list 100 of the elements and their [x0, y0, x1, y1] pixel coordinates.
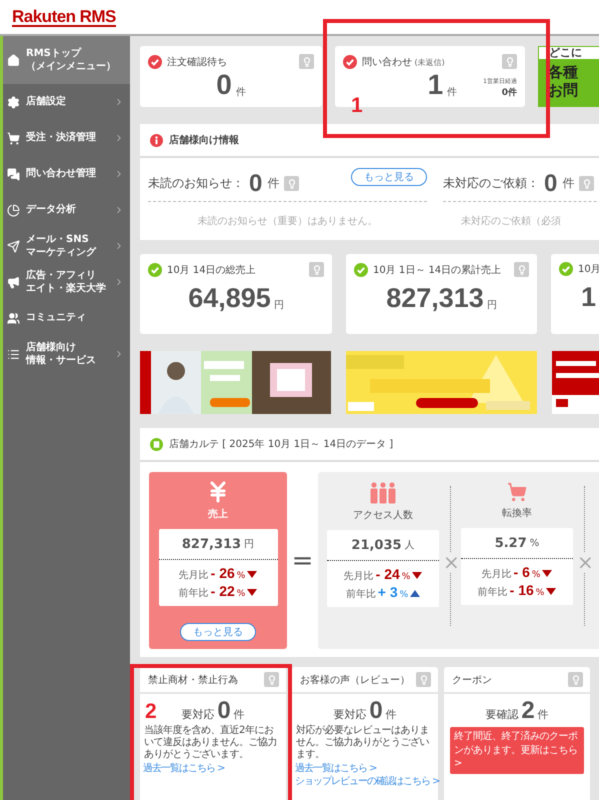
multiply-sign: ×: [443, 552, 457, 572]
metric-value: 827,313: [182, 536, 242, 552]
history-link[interactable]: 過去一覧はこちら >: [295, 762, 377, 775]
panel-title: 店舗カルテ [ 2025年 10月 1日～ 14日のデータ ]: [169, 438, 394, 451]
sidebar-label: 受注・決済管理: [26, 131, 96, 145]
unit-label: 件: [538, 707, 549, 722]
count-value: 0: [544, 172, 558, 196]
sales-card[interactable]: 10月 1: [551, 254, 599, 334]
sales-value: 64,895: [188, 285, 271, 312]
history-link[interactable]: ショップレビューの確認はこちら >: [295, 774, 440, 788]
unit-label: 件: [267, 175, 280, 192]
metric-value: 21,035: [351, 538, 402, 552]
help-icon[interactable]: [514, 262, 529, 277]
comparison-label: 先月比: [344, 570, 374, 583]
promo-heading: どこに: [538, 46, 599, 60]
card-title: 注文確認待ち: [167, 56, 227, 68]
count-value: 2: [521, 699, 535, 723]
count-value: 0: [369, 699, 383, 723]
status-message: 対応が必要なレビューはありません。ご協力ありがとうございます。: [296, 725, 430, 762]
info-icon: [150, 134, 163, 146]
metric-label: 売上: [208, 508, 228, 521]
home-icon: [7, 54, 20, 66]
check-icon: [148, 54, 162, 68]
sales-card[interactable]: 10月 1日～ 14日の累計売上 827,313 円: [346, 254, 537, 334]
unit-label: 件: [234, 707, 245, 722]
send-icon: [7, 240, 20, 252]
sidebar-label: 店舗様向け: [26, 340, 76, 354]
sidebar-label: 問い合わせ管理: [26, 167, 96, 181]
check-icon: [559, 262, 573, 276]
sidebar-label: RMSトップ: [26, 46, 81, 60]
card-title: 10月 1日～ 14日の累計売上: [373, 264, 502, 276]
cart-icon: [507, 482, 527, 502]
unit-label: %: [400, 590, 408, 600]
comparison-value: - 16: [510, 582, 534, 598]
card-title: 問い合わせ (未返信): [362, 56, 445, 68]
sidebar-item[interactable]: 受注・決済管理: [3, 120, 130, 156]
comparison-label: 前年比: [178, 586, 209, 600]
count-value: 0: [216, 71, 232, 99]
help-icon[interactable]: [416, 672, 431, 687]
card-title: クーポン: [452, 674, 492, 686]
status-label: 要対応: [333, 707, 366, 722]
summary-card[interactable]: 注文確認待ち 0 件: [140, 46, 322, 107]
multiply-sign: ×: [577, 552, 591, 572]
sidebar-item[interactable]: コミュニティ: [3, 300, 130, 336]
sidebar-item[interactable]: 広告・アフィリ エイト・楽天大学: [3, 264, 130, 300]
users-icon: [7, 312, 20, 324]
more-button[interactable]: もっと見る: [180, 623, 256, 641]
history-link[interactable]: 過去一覧はこちら >: [143, 762, 225, 775]
unit-label: %: [532, 570, 540, 580]
sidebar-item[interactable]: 店舗設定: [3, 84, 130, 120]
help-icon[interactable]: [309, 262, 324, 277]
sales-card[interactable]: 10月 14日の総売上 64,895 円: [140, 254, 332, 334]
comparison-label: 前年比: [346, 588, 376, 601]
help-icon[interactable]: [299, 54, 314, 69]
unit-label: %: [402, 572, 410, 582]
help-icon[interactable]: [568, 672, 583, 687]
status-label: 要確認: [485, 707, 518, 722]
sidebar-item[interactable]: 問い合わせ管理: [3, 156, 130, 192]
coupon-alert[interactable]: 終了間近、終了済みのクーポンがあります。更新はこちら >: [450, 727, 584, 774]
sidebar-item[interactable]: 店舗様向け 情報・サービス: [3, 336, 130, 372]
sidebar-label: データ分析: [26, 203, 76, 217]
sidebar-item[interactable]: RMSトップ （メインメニュー）: [3, 36, 130, 84]
sidebar-item[interactable]: データ分析: [3, 192, 130, 228]
status-message: 当該年度を含め、直近2年において違反はありません。ご協力ありがとうございます。: [144, 725, 278, 762]
notice-message: 未対応のご依頼（必須: [460, 214, 562, 229]
more-button[interactable]: もっと見る: [351, 168, 427, 186]
sidebar-label: 情報・サービス: [26, 354, 96, 368]
cart-icon: [7, 132, 20, 144]
check-icon: [343, 54, 357, 68]
count-value: 1: [428, 71, 444, 99]
sidebar-label: 店舗設定: [26, 95, 66, 109]
comparison-label: 先月比: [178, 568, 209, 582]
card-title: 10月 14日の総売上: [167, 264, 256, 276]
comparison-value: - 22: [210, 583, 235, 599]
comparison-value: - 24: [376, 566, 400, 582]
check-icon: [148, 262, 162, 276]
unit-label: 人: [404, 539, 415, 552]
unit-label: 円: [486, 299, 497, 312]
sub-value: 0件: [502, 86, 517, 99]
settings-icon: [7, 96, 20, 108]
card-title: お客様の声（レビュー）: [300, 674, 410, 686]
notice-message: 未読のお知らせ（重要）はありません。: [196, 214, 378, 229]
help-icon[interactable]: [502, 54, 517, 69]
sidebar-label: 広告・アフィリ: [26, 268, 96, 282]
sidebar-item[interactable]: メール・SNS マーケティング: [3, 228, 130, 264]
logo[interactable]: Rakuten RMS: [12, 8, 116, 26]
unit-label: 円: [274, 299, 284, 312]
sidebar-label: エイト・楽天大学: [26, 282, 106, 296]
card-title: 禁止商材・禁止行為: [148, 674, 238, 686]
unit-label: 件: [386, 707, 397, 722]
unit-label: 件: [562, 175, 574, 192]
annotation-number: 2: [145, 700, 157, 724]
metric-label: アクセス人数: [353, 509, 413, 522]
document-icon: [150, 438, 163, 450]
panel-title: 店舗様向け情報: [169, 133, 239, 147]
sidebar-label: コミュニティ: [26, 311, 86, 325]
help-icon[interactable]: [579, 176, 594, 191]
help-icon[interactable]: [284, 176, 300, 191]
help-icon[interactable]: [264, 672, 279, 687]
notice-label: 未対応のご依頼：: [443, 175, 539, 192]
